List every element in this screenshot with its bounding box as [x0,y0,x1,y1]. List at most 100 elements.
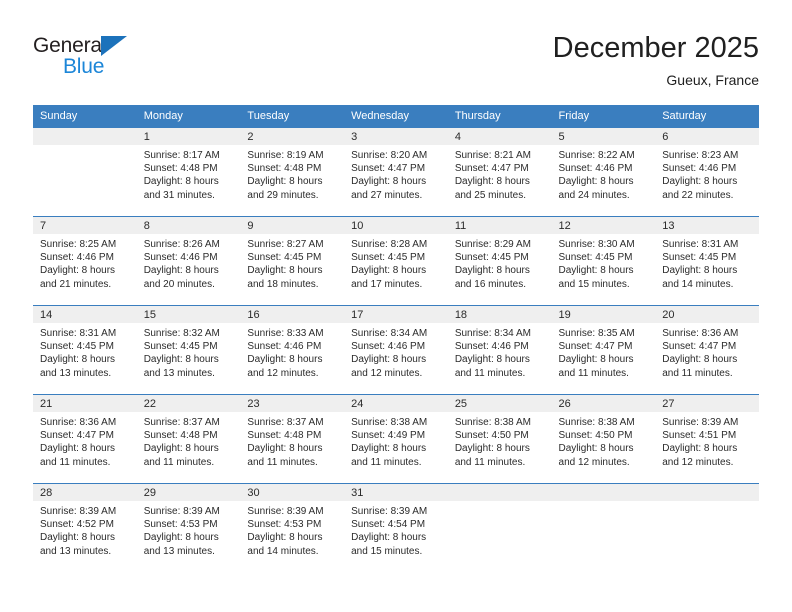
day-number: 5 [551,128,656,145]
calendar-day-cell-empty [33,127,137,217]
daylight-text: Daylight: 8 hours and 13 minutes. [40,354,116,379]
daylight-text: Daylight: 8 hours and 11 minutes. [454,443,530,468]
daylight-text: Daylight: 8 hours and 14 minutes. [247,532,323,557]
calendar-day-cell[interactable]: 20 Sunrise: 8:36 AM Sunset: 4:47 PM Dayligh… [655,305,759,395]
day-details: Sunrise: 8:19 AM Sunset: 4:48 PM Daylight:… [240,145,344,202]
calendar-day-cell[interactable]: 5 Sunrise: 8:22 AM Sunset: 4:46 PM Daylight… [551,127,656,217]
sunrise-text: Sunrise: 8:31 AM [662,239,739,250]
day-number: 18 [447,306,552,323]
daylight-text: Daylight: 8 hours and 12 minutes. [247,354,323,379]
sunrise-text: Sunrise: 8:30 AM [558,239,635,250]
daylight-text: Daylight: 8 hours and 11 minutes. [143,443,219,468]
calendar-day-cell[interactable]: 24 Sunrise: 8:38 AM Sunset: 4:49 PM Dayligh… [344,394,448,484]
sunset-text: Sunset: 4:48 PM [247,430,322,442]
daylight-text: Daylight: 8 hours and 29 minutes. [247,176,323,201]
sunrise-text: Sunrise: 8:36 AM [40,417,117,428]
day-details: Sunrise: 8:29 AM Sunset: 4:45 PM Daylight:… [448,234,552,291]
calendar-day-cell[interactable]: 16 Sunrise: 8:33 AM Sunset: 4:46 PM Dayligh… [240,305,345,395]
sunset-text: Sunset: 4:48 PM [143,163,218,175]
calendar-day-cell[interactable]: 14 Sunrise: 8:31 AM Sunset: 4:45 PM Dayligh… [33,305,137,395]
sunrise-text: Sunrise: 8:37 AM [247,417,324,428]
day-details: Sunrise: 8:39 AM Sunset: 4:52 PM Daylight:… [33,501,137,558]
sunset-text: Sunset: 4:46 PM [40,252,114,264]
day-number: 17 [344,306,448,323]
calendar-day-cell[interactable]: 13 Sunrise: 8:31 AM Sunset: 4:45 PM Dayligh… [655,216,759,306]
sunset-text: Sunset: 4:50 PM [558,430,633,442]
daylight-text: Daylight: 8 hours and 13 minutes. [40,532,116,557]
sunrise-text: Sunrise: 8:21 AM [454,150,531,161]
calendar-day-cell[interactable]: 29 Sunrise: 8:39 AM Sunset: 4:53 PM Dayligh… [136,483,241,572]
sunset-text: Sunset: 4:49 PM [351,430,426,442]
day-details: Sunrise: 8:25 AM Sunset: 4:46 PM Daylight:… [33,234,137,291]
calendar-day-cell[interactable]: 22 Sunrise: 8:37 AM Sunset: 4:48 PM Dayligh… [136,394,241,484]
calendar-day-cell[interactable]: 27 Sunrise: 8:39 AM Sunset: 4:51 PM Dayligh… [655,394,759,484]
calendar-day-cell[interactable]: 19 Sunrise: 8:35 AM Sunset: 4:47 PM Dayligh… [551,305,656,395]
calendar-day-cell[interactable]: 10 Sunrise: 8:28 AM Sunset: 4:45 PM Dayligh… [344,216,448,306]
calendar-day-cell[interactable]: 25 Sunrise: 8:38 AM Sunset: 4:50 PM Dayligh… [447,394,552,484]
day-number: 8 [136,217,241,234]
sunrise-text: Sunrise: 8:27 AM [247,239,324,250]
sunset-text: Sunset: 4:50 PM [454,430,529,442]
calendar-day-cell[interactable]: 18 Sunrise: 8:34 AM Sunset: 4:46 PM Dayligh… [447,305,552,395]
day-number: 21 [33,395,137,412]
day-details: Sunrise: 8:31 AM Sunset: 4:45 PM Daylight:… [655,234,759,291]
sunrise-text: Sunrise: 8:38 AM [558,417,635,428]
sunrise-text: Sunrise: 8:36 AM [662,328,739,339]
sunrise-text: Sunrise: 8:28 AM [351,239,428,250]
daylight-text: Daylight: 8 hours and 12 minutes. [351,354,427,379]
daylight-text: Daylight: 8 hours and 15 minutes. [351,532,427,557]
calendar-day-cell[interactable]: 9 Sunrise: 8:27 AM Sunset: 4:45 PM Daylight… [240,216,345,306]
daylight-text: Daylight: 8 hours and 22 minutes. [662,176,738,201]
calendar-day-cell[interactable]: 6 Sunrise: 8:23 AM Sunset: 4:46 PM Daylight… [655,127,759,217]
calendar-day-cell[interactable]: 11 Sunrise: 8:29 AM Sunset: 4:45 PM Dayligh… [447,216,552,306]
calendar-day-cell[interactable]: 31 Sunrise: 8:39 AM Sunset: 4:54 PM Dayligh… [344,483,448,572]
day-number: 11 [447,217,552,234]
day-number: 6 [655,128,759,145]
calendar-day-cell[interactable]: 1 Sunrise: 8:17 AM Sunset: 4:48 PM Daylight… [136,127,241,217]
day-number: 27 [655,395,759,412]
day-details: Sunrise: 8:39 AM Sunset: 4:53 PM Daylight:… [137,501,241,558]
day-details: Sunrise: 8:38 AM Sunset: 4:49 PM Daylight:… [344,412,448,469]
calendar-day-cell[interactable]: 7 Sunrise: 8:25 AM Sunset: 4:46 PM Daylight… [33,216,137,306]
title-block: December 2025 Gueux, France [553,30,759,90]
sunrise-text: Sunrise: 8:39 AM [40,506,117,517]
sunrise-text: Sunrise: 8:38 AM [351,417,428,428]
day-details: Sunrise: 8:22 AM Sunset: 4:46 PM Daylight:… [552,145,656,202]
day-details: Sunrise: 8:30 AM Sunset: 4:45 PM Daylight:… [552,234,656,291]
sunset-text: Sunset: 4:45 PM [247,252,322,264]
day-details: Sunrise: 8:35 AM Sunset: 4:47 PM Daylight:… [552,323,656,380]
generalblue-logo[interactable]: General Blue [33,34,233,90]
sunset-text: Sunset: 4:47 PM [662,341,737,353]
daylight-text: Daylight: 8 hours and 14 minutes. [662,265,738,290]
sunset-text: Sunset: 4:54 PM [351,519,426,531]
calendar-day-cell[interactable]: 8 Sunrise: 8:26 AM Sunset: 4:46 PM Daylight… [136,216,241,306]
calendar-day-cell[interactable]: 4 Sunrise: 8:21 AM Sunset: 4:47 PM Daylight… [447,127,552,217]
calendar-day-cell[interactable]: 30 Sunrise: 8:39 AM Sunset: 4:53 PM Dayligh… [240,483,345,572]
calendar-week-row: 14 Sunrise: 8:31 AM Sunset: 4:45 PM Dayligh… [33,305,759,395]
calendar-day-cell[interactable]: 3 Sunrise: 8:20 AM Sunset: 4:47 PM Daylight… [344,127,448,217]
day-number: 16 [240,306,345,323]
calendar-day-cell[interactable]: 12 Sunrise: 8:30 AM Sunset: 4:45 PM Dayligh… [551,216,656,306]
calendar-day-cell[interactable]: 17 Sunrise: 8:34 AM Sunset: 4:46 PM Dayligh… [344,305,448,395]
day-number: 30 [240,484,345,501]
day-details: Sunrise: 8:34 AM Sunset: 4:46 PM Daylight:… [344,323,448,380]
calendar-day-cell[interactable]: 26 Sunrise: 8:38 AM Sunset: 4:50 PM Dayligh… [551,394,656,484]
day-number: 24 [344,395,448,412]
day-details: Sunrise: 8:37 AM Sunset: 4:48 PM Daylight:… [240,412,344,469]
day-details: Sunrise: 8:39 AM Sunset: 4:54 PM Daylight:… [344,501,448,558]
calendar-day-cell[interactable]: 28 Sunrise: 8:39 AM Sunset: 4:52 PM Dayligh… [33,483,137,572]
calendar-day-cell-empty [551,483,656,572]
page-title: December 2025 [552,32,759,64]
sunset-text: Sunset: 4:46 PM [454,341,529,353]
sunrise-text: Sunrise: 8:39 AM [662,417,739,428]
calendar-day-cell[interactable]: 15 Sunrise: 8:32 AM Sunset: 4:45 PM Dayligh… [136,305,241,395]
calendar-day-cell[interactable]: 23 Sunrise: 8:37 AM Sunset: 4:48 PM Dayligh… [240,394,345,484]
daylight-text: Daylight: 8 hours and 27 minutes. [351,176,427,201]
day-number: 23 [240,395,345,412]
day-number: 19 [551,306,656,323]
daylight-text: Daylight: 8 hours and 18 minutes. [247,265,323,290]
calendar-day-cell[interactable]: 2 Sunrise: 8:19 AM Sunset: 4:48 PM Daylight… [240,127,345,217]
sunset-text: Sunset: 4:52 PM [40,519,114,531]
sunset-text: Sunset: 4:45 PM [143,341,218,353]
calendar-day-cell[interactable]: 21 Sunrise: 8:36 AM Sunset: 4:47 PM Dayligh… [33,394,137,484]
